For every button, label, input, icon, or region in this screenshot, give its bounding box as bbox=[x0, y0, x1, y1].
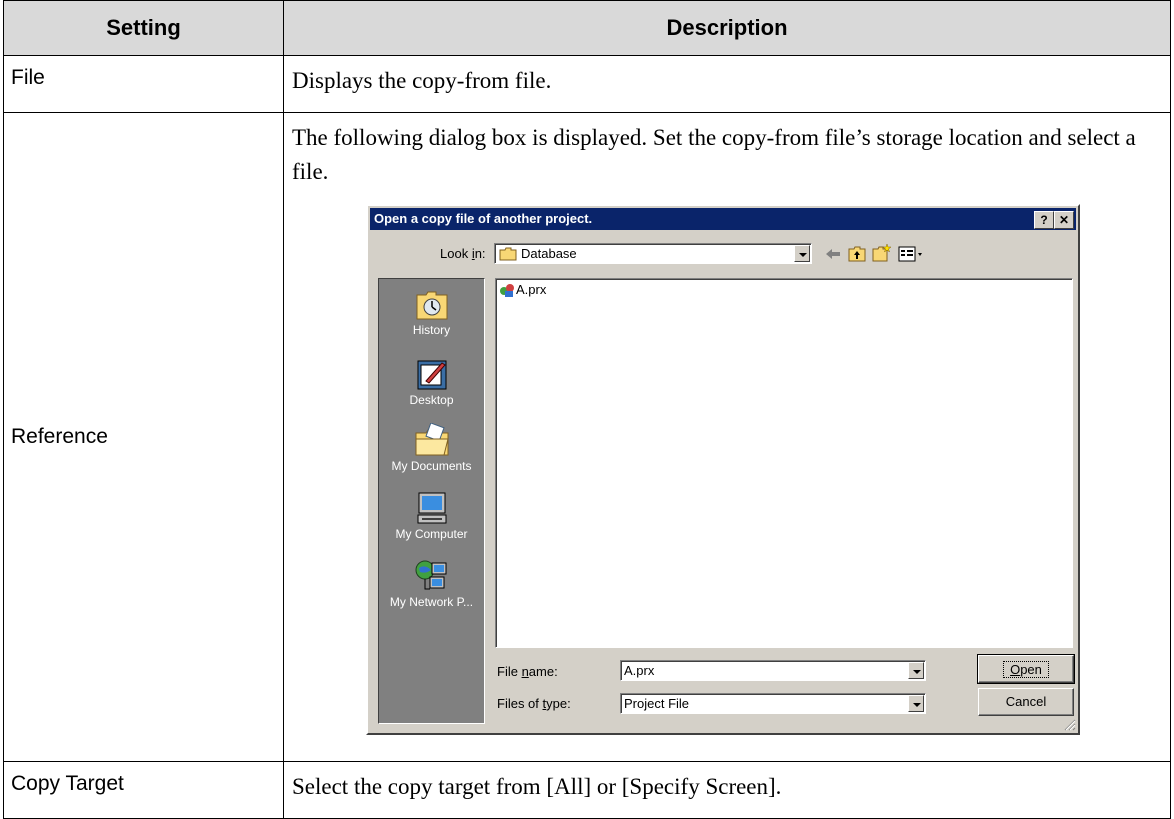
place-history-label: History bbox=[412, 323, 451, 337]
my-network-places-icon bbox=[415, 560, 446, 590]
up-folder-icon[interactable] bbox=[848, 246, 866, 262]
help-button[interactable]: ? bbox=[1034, 211, 1054, 229]
cancel-button[interactable]: Cancel bbox=[978, 688, 1074, 716]
description-file: Displays the copy-from file. bbox=[283, 55, 1171, 113]
setting-reference: Reference bbox=[3, 112, 284, 762]
place-desktop[interactable]: Desktop bbox=[379, 357, 484, 407]
view-menu-icon[interactable] bbox=[898, 246, 924, 262]
description-copy-target: Select the copy target from [All] or [Sp… bbox=[283, 761, 1171, 819]
place-my-computer-label: My Computer bbox=[395, 527, 468, 541]
project-file-icon bbox=[500, 284, 514, 297]
desktop-icon bbox=[417, 360, 446, 390]
file-item-name: A.prx bbox=[516, 282, 547, 297]
file-name-combobox[interactable]: A.prx bbox=[620, 660, 926, 681]
open-button[interactable]: Open bbox=[977, 654, 1075, 684]
file-list[interactable]: A.prx bbox=[495, 278, 1073, 648]
place-history[interactable]: History bbox=[379, 287, 484, 337]
look-in-label: Look in: bbox=[440, 246, 486, 261]
look-in-dropdown[interactable]: Database bbox=[494, 243, 812, 264]
files-of-type-value: Project File bbox=[624, 696, 690, 711]
history-icon bbox=[416, 291, 447, 320]
dialog-title: Open a copy file of another project. bbox=[374, 211, 593, 226]
place-my-documents[interactable]: My Documents bbox=[379, 423, 484, 473]
place-my-documents-label: My Documents bbox=[391, 459, 472, 473]
place-desktop-label: Desktop bbox=[409, 393, 454, 407]
header-description: Description bbox=[283, 0, 1171, 56]
files-of-type-select[interactable]: Project File bbox=[620, 693, 926, 714]
look-in-value: Database bbox=[521, 246, 577, 261]
open-file-dialog: Open a copy file of another project. ? ✕… bbox=[366, 204, 1080, 735]
setting-file: File bbox=[3, 55, 284, 113]
file-name-label: File name: bbox=[497, 664, 558, 679]
place-my-network-places[interactable]: My Network P... bbox=[379, 559, 484, 609]
file-name-value: A.prx bbox=[624, 663, 655, 678]
dialog-titlebar[interactable]: Open a copy file of another project. ? ✕ bbox=[370, 208, 1076, 230]
close-button[interactable]: ✕ bbox=[1054, 211, 1074, 229]
places-bar: History Desktop My Documents My Computer… bbox=[378, 278, 485, 724]
resize-grip-icon[interactable] bbox=[1064, 719, 1076, 731]
place-my-computer[interactable]: My Computer bbox=[379, 491, 484, 541]
files-of-type-label: Files of type: bbox=[497, 696, 571, 711]
place-my-network-places-label: My Network P... bbox=[389, 595, 474, 609]
my-computer-icon bbox=[417, 492, 446, 524]
setting-copy-target: Copy Target bbox=[3, 761, 284, 819]
file-name-dropdown-button[interactable] bbox=[908, 662, 924, 679]
look-in-dropdown-button[interactable] bbox=[794, 245, 810, 262]
files-of-type-dropdown-button[interactable] bbox=[908, 695, 924, 712]
my-documents-icon bbox=[415, 423, 449, 456]
new-folder-icon[interactable] bbox=[872, 244, 892, 262]
header-setting: Setting bbox=[3, 0, 284, 56]
folder-icon bbox=[499, 247, 517, 261]
back-icon[interactable] bbox=[824, 246, 842, 262]
description-reference-text: The following dialog box is displayed. S… bbox=[292, 125, 1136, 184]
